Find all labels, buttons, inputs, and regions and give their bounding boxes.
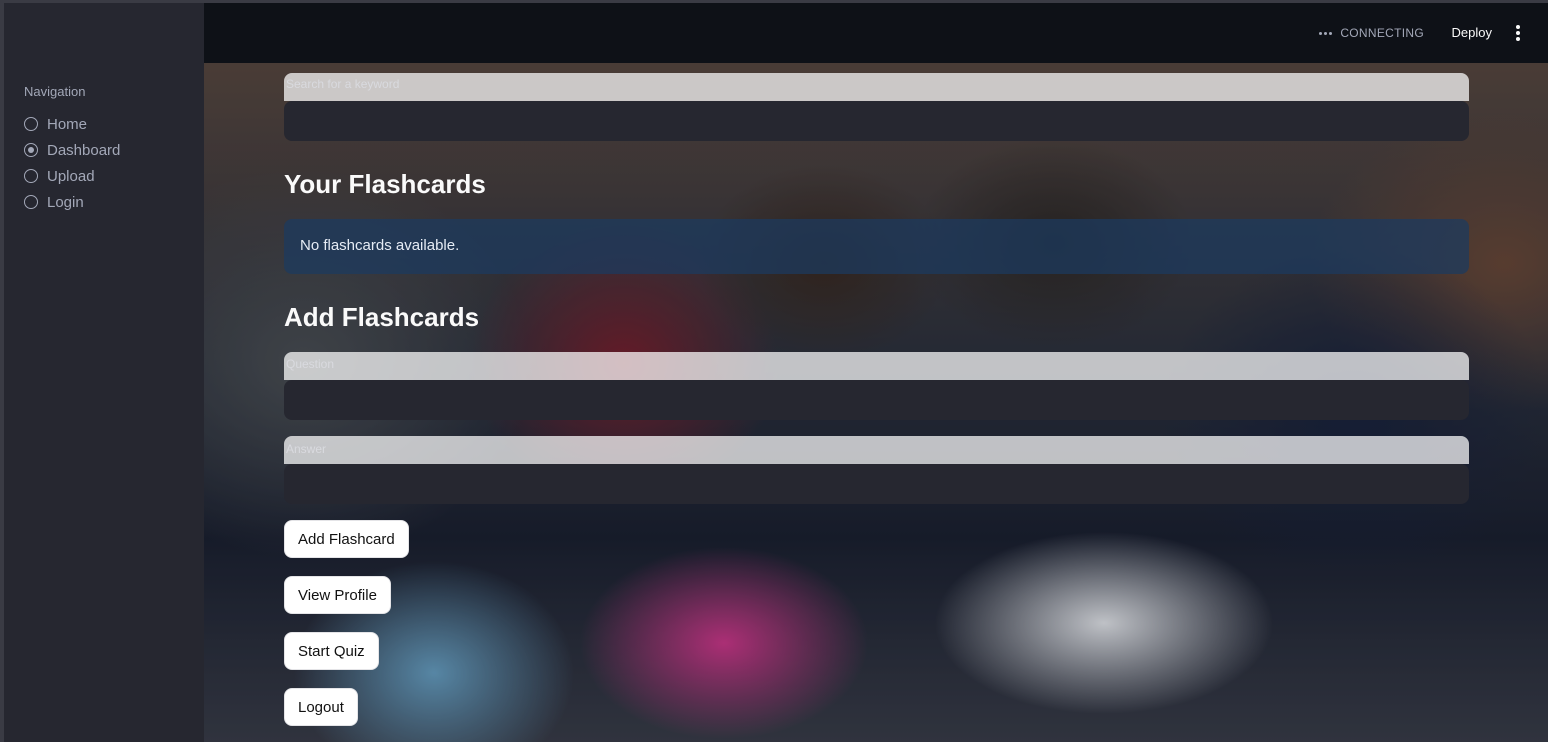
sidebar-item-label: Home (47, 115, 88, 133)
add-flashcards-heading: Add Flashcards (284, 302, 480, 332)
search-label: Search for a keyword (286, 77, 400, 91)
ellipsis-icon (1319, 31, 1333, 35)
start-quiz-button[interactable]: Start Quiz (284, 632, 379, 670)
sidebar-item-upload[interactable]: Upload (24, 163, 120, 189)
question-label: Question (286, 357, 335, 371)
sidebar-item-label: Login (47, 193, 84, 211)
empty-flashcards-alert: No flashcards available. (284, 219, 1469, 274)
sidebar-item-home[interactable]: Home (24, 111, 120, 137)
flashcards-heading: Your Flashcards (284, 169, 486, 199)
sidebar-item-label: Upload (47, 167, 95, 185)
vertical-ellipsis-icon[interactable] (1514, 25, 1522, 41)
sidebar: Navigation Home Dashboard Upload Login (4, 3, 204, 742)
view-profile-button[interactable]: View Profile (284, 576, 391, 614)
search-input[interactable] (284, 101, 1469, 141)
radio-icon[interactable] (24, 169, 38, 183)
radio-icon[interactable] (24, 195, 38, 209)
main-content: Search for a keyword Your Flashcards No … (204, 63, 1548, 742)
add-flashcard-button[interactable]: Add Flashcard (284, 520, 409, 558)
deploy-button[interactable]: Deploy (1452, 25, 1492, 40)
answer-input[interactable] (284, 464, 1469, 504)
connection-status: CONNECTING (1319, 26, 1424, 40)
answer-label: Answer (286, 442, 327, 456)
sidebar-item-label: Dashboard (47, 141, 121, 159)
logout-button[interactable]: Logout (284, 688, 358, 726)
question-input[interactable] (284, 380, 1469, 420)
sidebar-nav-title: Navigation (24, 84, 86, 99)
sidebar-nav-radio-group: Home Dashboard Upload Login (24, 111, 120, 215)
top-toolbar: CONNECTING Deploy (204, 3, 1548, 63)
question-label-bar (284, 352, 1469, 380)
connection-status-text: CONNECTING (1340, 26, 1424, 40)
sidebar-item-dashboard[interactable]: Dashboard (24, 137, 120, 163)
radio-checked-icon[interactable] (24, 143, 38, 157)
answer-label-bar (284, 436, 1469, 464)
search-label-bar (284, 73, 1469, 101)
radio-icon[interactable] (24, 117, 38, 131)
sidebar-item-login[interactable]: Login (24, 189, 120, 215)
